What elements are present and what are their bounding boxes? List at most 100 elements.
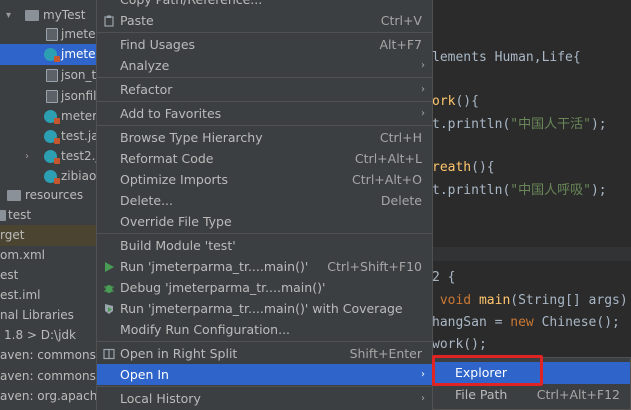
split-icon xyxy=(103,348,115,360)
tree-label: myTest xyxy=(43,8,86,22)
tree-row-jdk[interactable]: 1.8 > D:\jdk xyxy=(0,325,96,346)
tree-label: aven: commons- xyxy=(0,369,96,383)
code-line: reath(){ xyxy=(432,160,495,175)
tree-label: test xyxy=(8,208,32,222)
menu-item-find-usages[interactable]: Find Usages Alt+F7 xyxy=(97,34,432,55)
menu-separator xyxy=(97,233,432,234)
open-in-submenu: Explorer File Path Ctrl+Alt+F12 xyxy=(432,357,631,410)
code-line: hangSan = new Chinese(); xyxy=(432,315,620,330)
file-icon xyxy=(46,28,58,41)
tree-row-class[interactable]: meter xyxy=(0,106,96,127)
menu-item-delete[interactable]: Delete... Delete xyxy=(97,190,432,211)
editor-divider xyxy=(432,247,631,261)
tree-row-lib[interactable]: aven: commons- xyxy=(0,366,96,387)
menu-item-paste[interactable]: Paste Ctrl+V xyxy=(97,10,432,31)
menu-item-local-history[interactable]: Local History › xyxy=(97,388,432,409)
tree-label: test2.j xyxy=(61,149,96,163)
menu-item-reformat-code[interactable]: Reformat Code Ctrl+Alt+L xyxy=(97,148,432,169)
tree-row-iml[interactable]: est.iml xyxy=(0,285,96,306)
paste-icon xyxy=(104,15,114,27)
tree-label: jsonfil xyxy=(61,89,96,103)
submenu-arrow-icon: › xyxy=(421,393,425,404)
code-line: ork(){ xyxy=(432,94,479,109)
java-class-icon xyxy=(44,150,60,164)
run-icon xyxy=(105,262,114,272)
menu-separator xyxy=(97,341,432,342)
menu-item-refactor[interactable]: Refactor › xyxy=(97,79,432,100)
tree-label: meter xyxy=(61,109,96,123)
tree-row-mytest[interactable]: ▾ myTest xyxy=(0,5,96,26)
tree-label: aven: org.apach xyxy=(0,389,96,403)
project-tree: ▾ myTest jmeter jmeter json_t jsonfil me… xyxy=(0,0,96,410)
menu-item-analyze[interactable]: Analyze › xyxy=(97,55,432,76)
menu-item-add-to-favorites[interactable]: Add to Favorites › xyxy=(97,103,432,124)
tree-row-resources[interactable]: resources xyxy=(0,185,96,206)
menu-item-open-in[interactable]: Open In › xyxy=(97,364,432,385)
code-line: lements Human,Life{ xyxy=(432,50,581,65)
code-line: 2 { xyxy=(432,270,456,285)
tree-row-file[interactable]: est xyxy=(0,265,96,286)
debug-icon xyxy=(104,285,114,293)
tree-row-file[interactable]: json_t xyxy=(0,65,96,86)
tree-label: om.xml xyxy=(0,248,45,262)
menu-item-debug[interactable]: Debug 'jmeterparma_tr....main()' xyxy=(97,277,432,298)
tree-label: test.ja xyxy=(61,129,96,143)
java-class-icon xyxy=(44,110,60,124)
tree-row-class[interactable]: zibiao xyxy=(0,166,96,187)
tree-label: jmeter xyxy=(61,27,96,41)
submenu-arrow-icon: › xyxy=(421,369,425,380)
java-class-icon xyxy=(44,48,60,62)
tree-row-target[interactable]: rget xyxy=(0,225,96,246)
menu-separator xyxy=(97,386,432,387)
tree-label: rget xyxy=(0,228,25,242)
tree-row-class[interactable]: › test2.j xyxy=(0,146,96,167)
tree-label: nal Libraries xyxy=(0,308,74,322)
submenu-arrow-icon: › xyxy=(421,108,425,119)
menu-item-override-file-type[interactable]: Override File Type xyxy=(97,211,432,232)
menu-separator xyxy=(97,77,432,78)
code-line: t.println("中国人干活"); xyxy=(432,117,607,132)
chevron-right-icon[interactable]: › xyxy=(25,146,29,167)
folder-icon xyxy=(0,210,6,221)
menu-item-run[interactable]: Run 'jmeterparma_tr....main()' Ctrl+Shif… xyxy=(97,256,432,277)
menu-separator xyxy=(97,101,432,102)
tree-row-lib[interactable]: aven: commons- xyxy=(0,345,96,366)
code-line: t.println("中国人呼吸"); xyxy=(432,183,607,198)
menu-item-copy-path[interactable]: Copy Path/Reference... xyxy=(97,0,432,10)
submenu-item-explorer[interactable]: Explorer xyxy=(433,362,630,384)
submenu-item-file-path[interactable]: File Path Ctrl+Alt+F12 xyxy=(433,384,630,406)
code-editor[interactable]: lements Human,Life{ ork(){ t.println("中国… xyxy=(432,0,631,410)
folder-icon xyxy=(7,190,21,201)
menu-item-browse-type-hierarchy[interactable]: Browse Type Hierarchy Ctrl+H xyxy=(97,127,432,148)
menu-separator xyxy=(97,32,432,33)
tree-row-selected-class[interactable]: jmeter xyxy=(0,44,96,65)
file-icon xyxy=(46,69,58,82)
tree-row-lib[interactable]: aven: org.apach xyxy=(0,386,96,407)
code-line: void main(String[] args) xyxy=(432,293,628,308)
menu-item-optimize-imports[interactable]: Optimize Imports Ctrl+Alt+O xyxy=(97,169,432,190)
menu-item-build-module[interactable]: Build Module 'test' xyxy=(97,235,432,256)
code-line: work(); xyxy=(432,337,487,352)
context-menu: Copy Path/Reference... Paste Ctrl+V Find… xyxy=(96,0,433,410)
file-icon xyxy=(46,90,58,103)
tree-row-file[interactable]: jmeter xyxy=(0,24,96,45)
tree-label: resources xyxy=(25,188,84,202)
tree-row-libraries[interactable]: nal Libraries xyxy=(0,305,96,326)
tree-label: zibiao xyxy=(61,169,96,183)
tree-label: est xyxy=(0,268,19,282)
menu-item-modify-run-config[interactable]: Modify Run Configuration... xyxy=(97,319,432,340)
tree-row-test[interactable]: test xyxy=(0,205,96,226)
tree-label: jmeter xyxy=(61,47,96,61)
menu-item-open-right-split[interactable]: Open in Right Split Shift+Enter xyxy=(97,343,432,364)
menu-item-run-with-coverage[interactable]: Run 'jmeterparma_tr....main()' with Cove… xyxy=(97,298,432,319)
tree-label: 1.8 > D:\jdk xyxy=(4,328,76,342)
menu-separator xyxy=(97,125,432,126)
tree-row-file[interactable]: jsonfil xyxy=(0,86,96,107)
submenu-arrow-icon: › xyxy=(421,60,425,71)
java-class-icon xyxy=(44,130,60,144)
tree-row-class[interactable]: test.ja xyxy=(0,126,96,147)
tree-row-pom[interactable]: om.xml xyxy=(0,245,96,266)
chevron-down-icon[interactable]: ▾ xyxy=(6,5,11,26)
tree-label: aven: commons- xyxy=(0,348,96,362)
tree-label: est.iml xyxy=(0,288,41,302)
